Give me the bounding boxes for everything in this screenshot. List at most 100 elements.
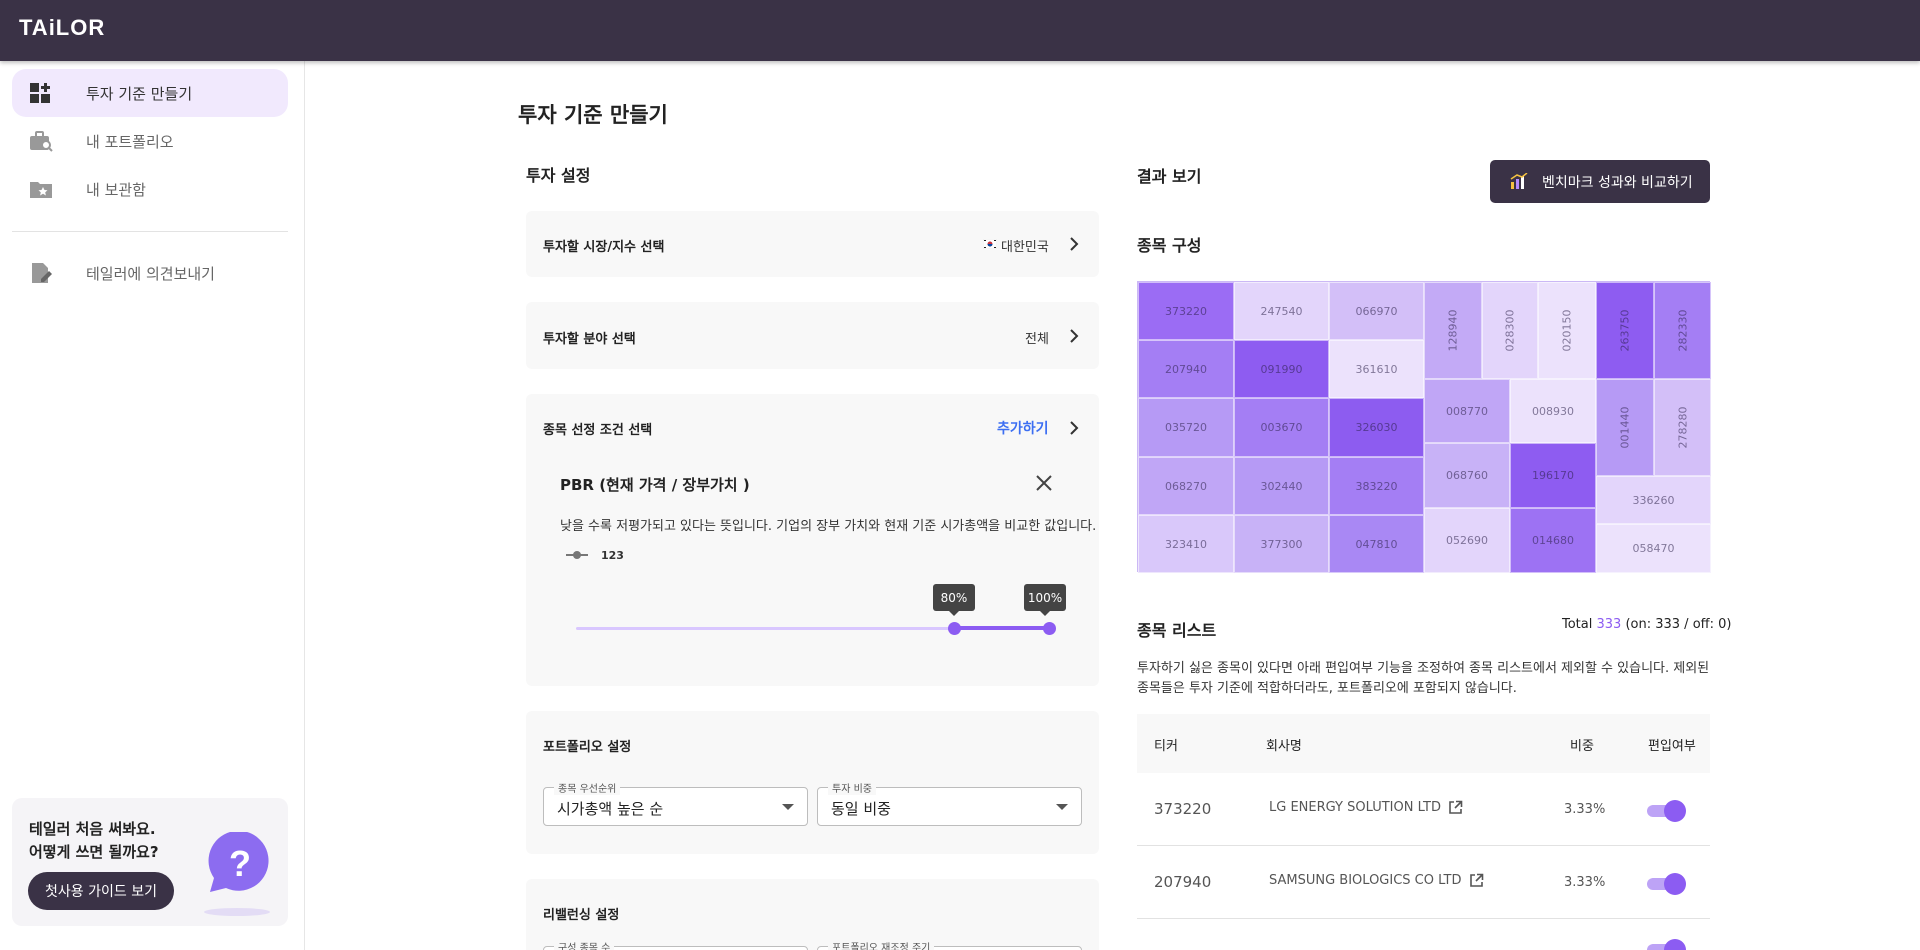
treemap-tile[interactable]: 377300 [1234,515,1329,573]
sidebar-item-label: 투자 기준 만들기 [86,84,193,103]
portfolio-settings-panel: 포트폴리오 설정 종목 우선순위 시가총액 높은 순 투자 비중 동일 비중 [526,711,1099,854]
tile-code: 207940 [1165,362,1207,376]
sidebar-item-feedback[interactable]: 테일러에 의견보내기 [12,249,288,297]
guide-text-line1: 테일러 처음 써봐요. [29,820,156,838]
tile-code: 377300 [1260,537,1303,551]
toggle-knob [1664,939,1686,950]
chevron-right-icon[interactable] [1067,421,1081,435]
range-slider-high-handle[interactable] [1043,622,1056,635]
range-low-tooltip: 80% [933,584,975,616]
priority-select[interactable]: 종목 우선순위 시가총액 높은 순 [543,780,808,826]
table-row-partial [1137,919,1710,950]
column-header-weight[interactable]: 비중 [1570,735,1594,754]
sidebar-item-my-portfolio[interactable]: 내 포트폴리오 [12,117,288,165]
weight-select-label: 투자 비중 [828,780,876,795]
range-high-tooltip: 100% [1024,584,1066,616]
treemap-tile[interactable]: 383220 [1329,457,1424,515]
priority-select-label: 종목 우선순위 [554,780,621,795]
column-header-ticker[interactable]: 티커 [1154,735,1178,754]
app-logo[interactable]: TAiLOR [19,15,105,41]
treemap-tile[interactable]: 020150 [1538,282,1596,379]
include-toggle[interactable] [1645,873,1686,895]
total-number: 333 [1596,617,1622,632]
treemap-tile[interactable]: 068760 [1424,443,1510,508]
sector-select-row[interactable]: 투자할 분야 선택 전체 [526,302,1099,369]
treemap-tile[interactable]: 068270 [1138,457,1234,515]
treemap-tile[interactable]: 091990 [1234,340,1329,398]
treemap-tile[interactable]: 035720 [1138,398,1234,457]
slider-legend-text: 123 [601,549,624,562]
tile-code: 008770 [1446,404,1488,418]
sidebar-divider [12,231,288,232]
treemap-tile[interactable]: 047810 [1329,515,1424,573]
sector-select-label: 투자할 분야 선택 [543,332,636,347]
treemap-tile[interactable]: 058470 [1596,524,1711,573]
treemap-tile[interactable]: 336260 [1596,476,1711,524]
column-header-included[interactable]: 편입여부 [1648,735,1696,754]
composition-title: 종목 구성 [1137,236,1202,255]
holding-count-select[interactable]: 구성 종목 수 [543,939,808,950]
treemap-tile[interactable]: 052690 [1424,508,1510,573]
column-header-company[interactable]: 회사명 [1266,735,1302,754]
treemap-tile[interactable]: 066970 [1329,282,1424,340]
toggle-knob [1664,800,1686,822]
treemap-tile[interactable]: 128940 [1424,282,1482,379]
treemap-tile[interactable]: 373220 [1138,282,1234,340]
tile-code: 361610 [1355,362,1398,376]
benchmark-compare-button[interactable]: 벤치마크 성과와 비교하기 [1490,160,1710,203]
treemap-tile[interactable]: 282330 [1654,282,1711,379]
sidebar-item-my-storage[interactable]: 내 보관함 [12,165,288,213]
row-ticker: 373220 [1154,800,1212,818]
market-select-row[interactable]: 투자할 시장/지수 선택 대한민국 [526,211,1099,277]
treemap-tile[interactable]: 263750 [1596,282,1654,379]
tile-code: 068760 [1446,469,1488,482]
treemap-tile[interactable]: 361610 [1329,340,1424,398]
treemap-tile[interactable]: 014680 [1510,508,1596,573]
close-icon[interactable] [1035,474,1053,492]
treemap-tile[interactable]: 247540 [1234,282,1329,340]
tile-code: 028300 [1503,309,1517,352]
tile-code: 247540 [1260,304,1303,318]
external-link-icon[interactable] [1469,873,1484,888]
external-link-icon[interactable] [1448,800,1463,815]
range-slider-low-handle[interactable] [948,622,961,635]
row-company[interactable]: SAMSUNG BIOLOGICS CO LTD [1269,873,1484,888]
weight-select[interactable]: 투자 비중 동일 비중 [817,780,1082,826]
market-select-label: 투자할 시장/지수 선택 [543,240,665,255]
range-slider-selected [954,626,1049,630]
treemap-tile[interactable]: 323410 [1138,515,1234,573]
rebalance-cycle-label: 포트폴리오 재조정 주기 [828,939,935,950]
treemap-tile[interactable]: 008930 [1510,379,1596,443]
tile-code: 003670 [1260,421,1303,434]
treemap-tile[interactable]: 207940 [1138,340,1234,398]
treemap-tile[interactable]: 003670 [1234,398,1329,457]
add-condition-link[interactable]: 추가하기 [997,418,1049,438]
treemap-tile[interactable]: 028300 [1482,282,1538,379]
holding-count-label: 구성 종목 수 [554,939,615,950]
treemap-tile[interactable]: 008770 [1424,379,1510,443]
first-use-guide-button[interactable]: 첫사용 가이드 보기 [28,872,174,910]
sidebar-item-label: 내 보관함 [86,180,146,199]
korea-flag-icon [983,239,997,249]
row-company[interactable]: LG ENERGY SOLUTION LTD [1269,800,1463,815]
treemap-tile[interactable]: 001440 [1596,379,1654,476]
treemap-tile[interactable]: 278280 [1654,379,1711,476]
tile-code: 001440 [1618,406,1632,449]
treemap-tile[interactable]: 196170 [1510,443,1596,508]
include-toggle[interactable] [1645,800,1686,822]
edit-note-icon [32,263,52,283]
folder-star-icon [30,182,52,198]
treemap-tile[interactable]: 326030 [1329,398,1424,457]
treemap-tile[interactable]: 302440 [1234,457,1329,515]
page-title: 투자 기준 만들기 [518,103,668,127]
toggle-knob [1664,873,1686,895]
tile-code: 196170 [1532,469,1574,482]
row-ticker: 207940 [1154,873,1212,891]
sidebar-item-create-criteria[interactable]: 투자 기준 만들기 [12,69,288,117]
include-toggle[interactable] [1645,939,1686,950]
condition-description: 낮을 수록 저평가되고 있다는 뜻입니다. 기업의 장부 가치와 현재 기준 시… [560,519,1097,534]
chevron-right-icon [1070,237,1079,251]
rebalance-cycle-select[interactable]: 포트폴리오 재조정 주기 [817,939,1082,950]
tile-code: 263750 [1618,309,1632,352]
stock-total-count: Total 333 (on: 333 / off: 0) [1562,617,1731,632]
